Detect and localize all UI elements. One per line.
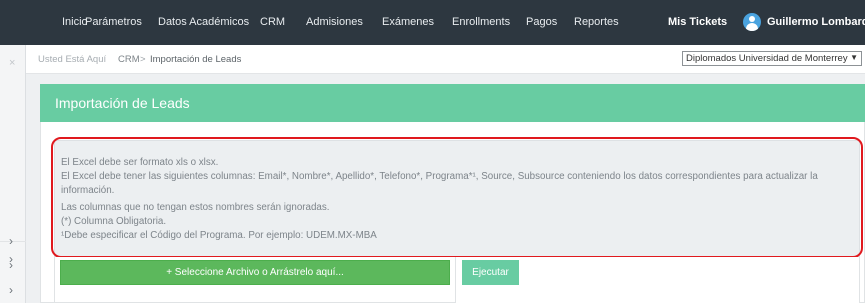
nav-datos-academicos[interactable]: Datos Académicos: [158, 16, 249, 28]
chevron-right-icon[interactable]: ›: [9, 234, 13, 248]
breadcrumb-prefix: Usted Está Aquí: [38, 54, 107, 65]
chevron-right-icon[interactable]: ›: [9, 258, 13, 272]
caret-down-icon: ▼: [850, 53, 858, 62]
highlight-annotation: [51, 137, 863, 258]
top-navbar: Inicio Parámetros Datos Académicos CRM A…: [0, 0, 865, 45]
program-select[interactable]: Diplomados Universidad de Monterrey ▼: [682, 51, 862, 66]
breadcrumb-crm[interactable]: CRM: [118, 54, 140, 65]
execute-button[interactable]: Ejecutar: [462, 260, 519, 285]
sidebar-row[interactable]: ›: [0, 241, 26, 277]
close-icon[interactable]: ×: [9, 57, 15, 69]
chevron-right-icon[interactable]: ›: [9, 283, 13, 297]
nav-enrollments[interactable]: Enrollments: [452, 16, 510, 28]
program-select-value: Diplomados Universidad de Monterrey: [686, 53, 848, 64]
nav-crm[interactable]: CRM: [260, 16, 285, 28]
nav-mis-tickets[interactable]: Mis Tickets: [668, 16, 727, 28]
user-avatar-icon[interactable]: [743, 13, 761, 31]
nav-reportes[interactable]: Reportes: [574, 16, 619, 28]
nav-parametros[interactable]: Parámetros: [85, 16, 142, 28]
sidebar: × ›: [0, 45, 26, 303]
nav-examenes[interactable]: Exámenes: [382, 16, 434, 28]
user-name[interactable]: Guillermo Lombardi: [767, 16, 865, 28]
nav-admisiones[interactable]: Admisiones: [306, 16, 363, 28]
page-title: Importación de Leads: [55, 95, 190, 111]
upload-file-button[interactable]: + Seleccione Archivo o Arrástrelo aquí..…: [60, 260, 450, 285]
breadcrumb-separator: >: [140, 54, 146, 65]
nav-pagos[interactable]: Pagos: [526, 16, 557, 28]
breadcrumb-current: Importación de Leads: [150, 54, 242, 65]
nav-inicio[interactable]: Inicio: [62, 16, 88, 28]
